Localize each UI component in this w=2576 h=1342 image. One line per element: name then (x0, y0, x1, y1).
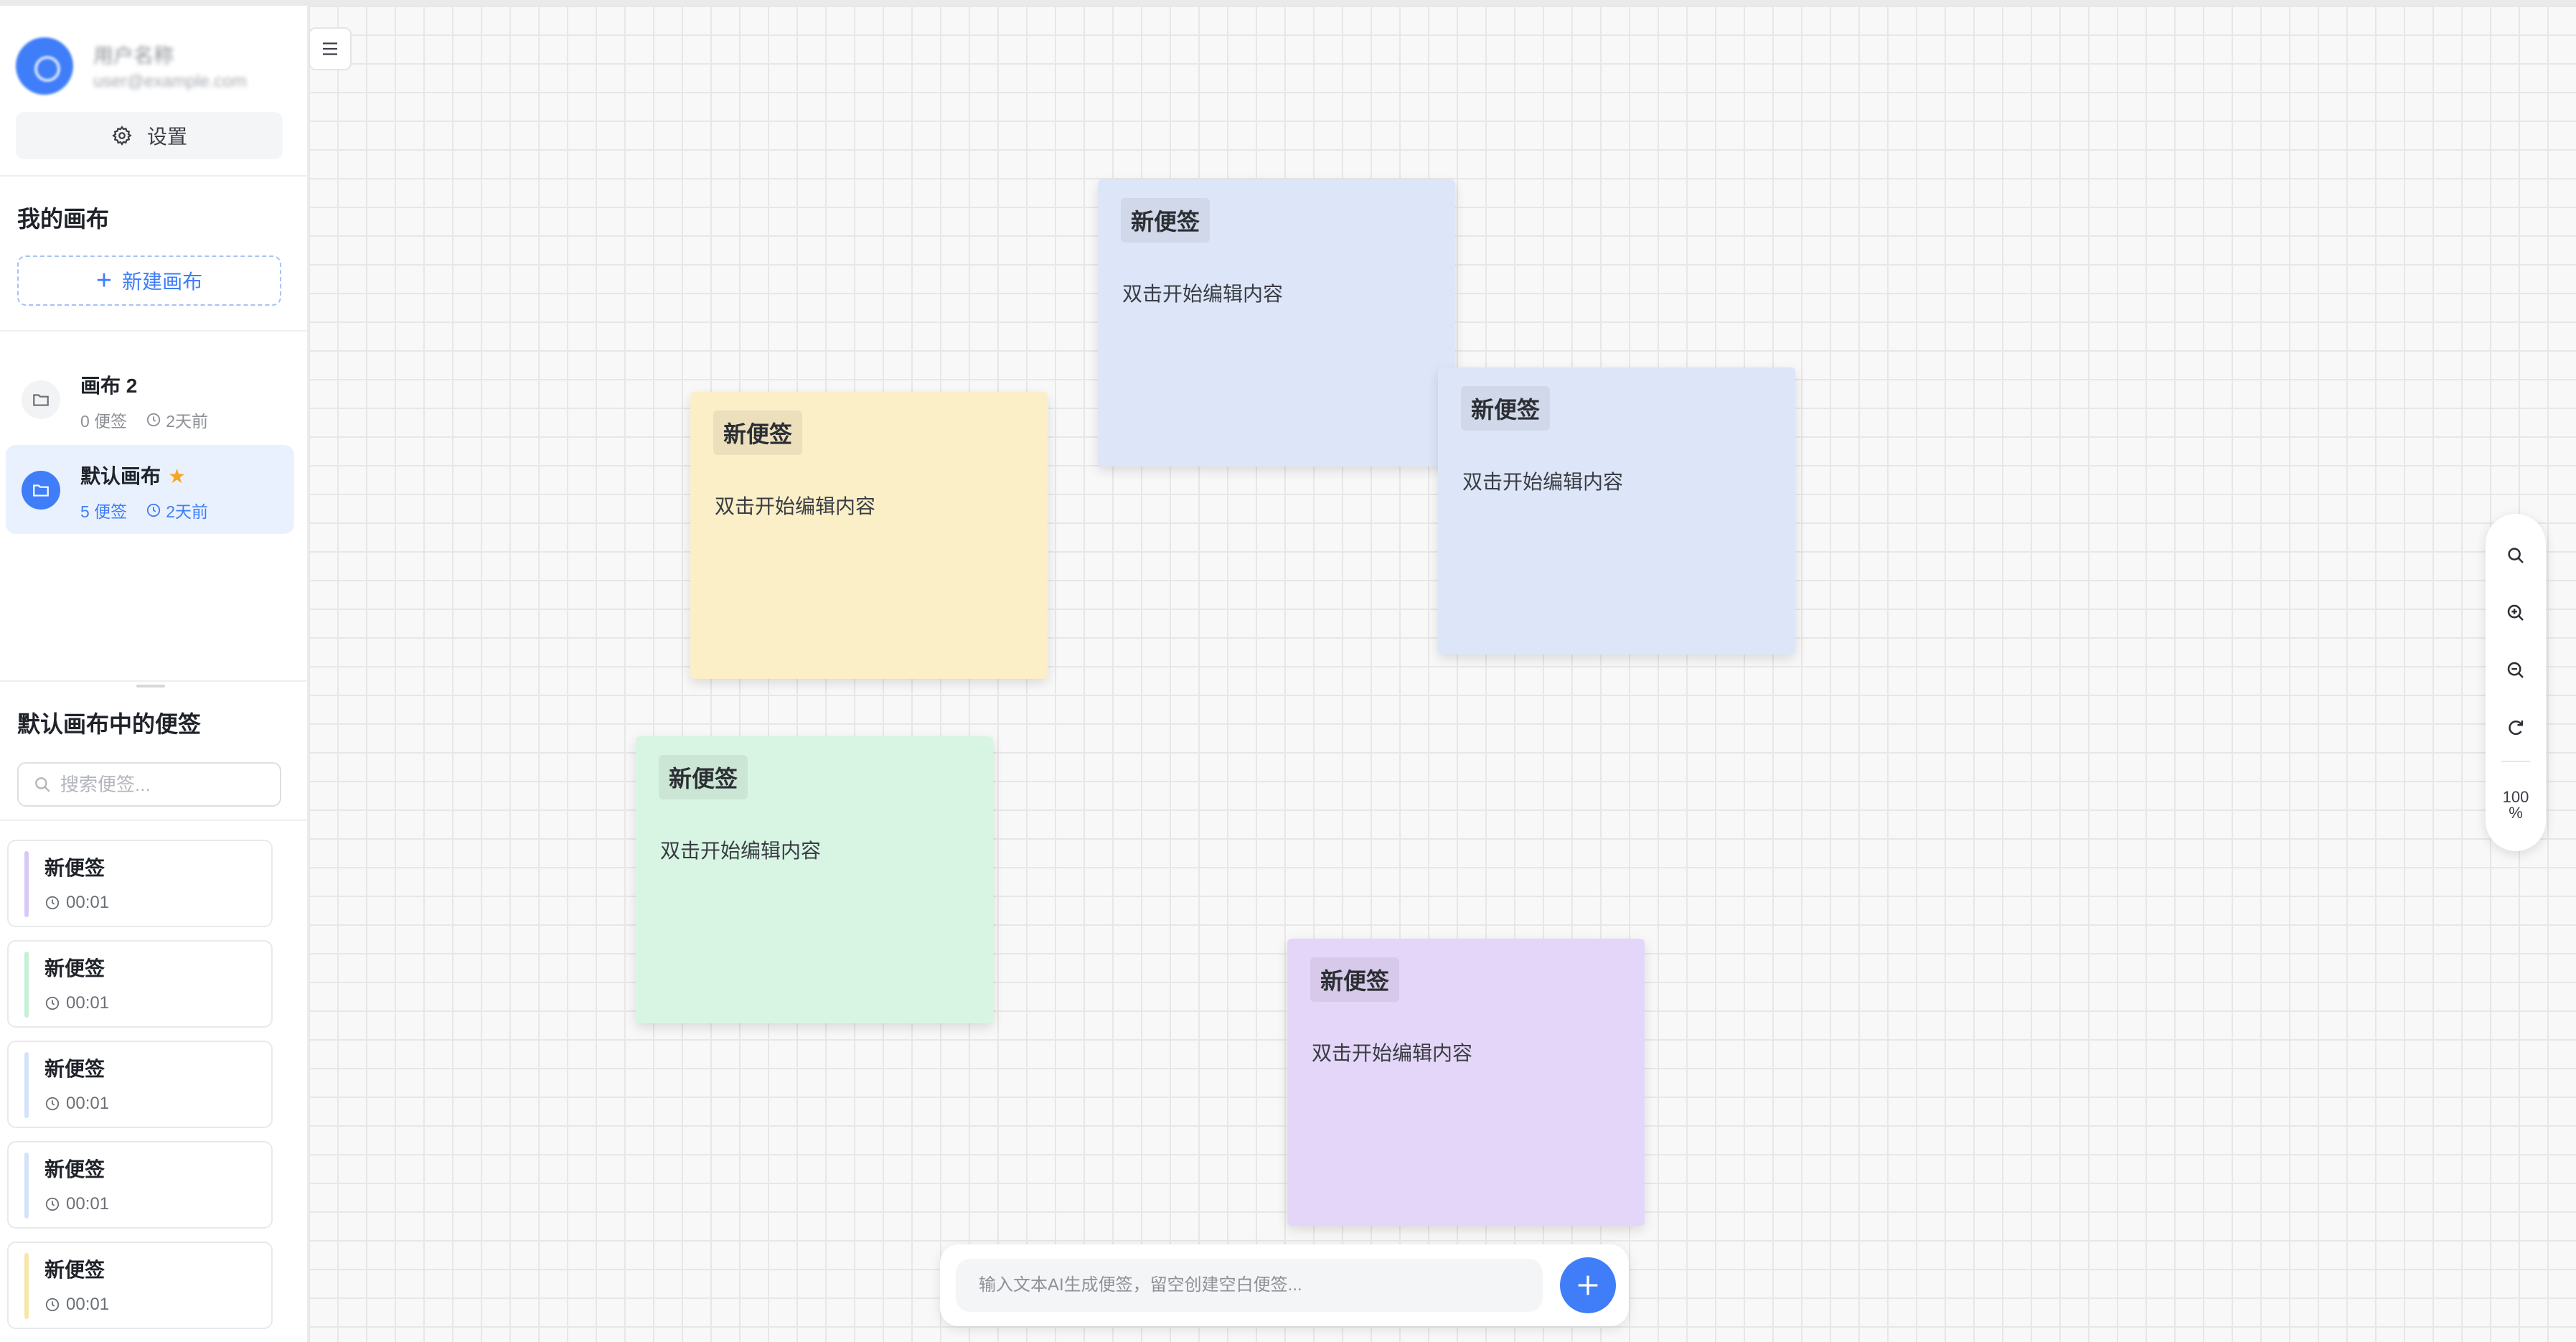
canvas-name: 画布 2 (80, 375, 138, 397)
zoom-out-button[interactable] (2501, 656, 2530, 685)
note-time: 00:01 (44, 1194, 109, 1214)
divider (0, 175, 307, 177)
sticky-title: 新便签 (713, 410, 803, 455)
search-field[interactable] (17, 762, 281, 807)
note-color-bar (24, 1153, 29, 1219)
canvas-meta: 5 便签 2天前 (80, 498, 208, 522)
zoom-divider (2501, 761, 2530, 762)
zoom-in-icon (2507, 604, 2524, 621)
canvas-item[interactable]: 画布 2 0 便签 2天前 (6, 355, 294, 444)
new-canvas-button[interactable]: + 新建画布 (17, 255, 281, 306)
sticky-note[interactable]: 新便签 双击开始编辑内容 (1287, 939, 1645, 1226)
zoom-in-button[interactable] (2501, 599, 2530, 627)
avatar (16, 37, 73, 95)
canvas-item-active[interactable]: 默认画布 ★ 5 便签 2天前 (6, 445, 294, 534)
sidebar: 用户名称 user@example.com 设置 我的画布 + 新建画布 画布 … (0, 6, 309, 1342)
menu-icon (323, 42, 337, 55)
reset-icon (2509, 721, 2523, 736)
divider (0, 680, 307, 682)
note-time: 00:01 (44, 1094, 109, 1114)
sticky-title: 新便签 (659, 755, 748, 799)
zoom-level: 100% (2502, 788, 2529, 822)
user-name: 用户名称 (93, 44, 174, 67)
sticky-body: 双击开始编辑内容 (1122, 283, 1284, 305)
search-button[interactable] (2501, 541, 2530, 570)
settings-label: 设置 (146, 126, 187, 148)
note-count: 5 便签 (80, 502, 128, 521)
add-note-button[interactable] (1560, 1257, 1616, 1313)
user-email: user@example.com (93, 72, 247, 91)
ai-note-bar (940, 1244, 1629, 1326)
plus-icon (1578, 1275, 1598, 1295)
toggle-sidebar-button[interactable] (309, 27, 352, 70)
my-canvases-title: 我的画布 (17, 206, 110, 232)
note-time: 00:01 (44, 893, 109, 913)
note-title: 新便签 (44, 857, 105, 879)
note-title: 新便签 (44, 1259, 105, 1281)
note-time: 00:01 (44, 993, 109, 1013)
note-title: 新便签 (44, 957, 105, 980)
sticky-note[interactable]: 新便签 双击开始编辑内容 (1438, 367, 1795, 654)
gear-icon (112, 126, 132, 146)
divider (0, 330, 307, 332)
note-title: 新便签 (44, 1058, 105, 1080)
sticky-note[interactable]: 新便签 双击开始编辑内容 (690, 392, 1048, 679)
divider (0, 820, 307, 821)
clock-icon (45, 1097, 60, 1111)
resize-handle[interactable] (136, 685, 165, 688)
clock-icon (45, 1197, 60, 1211)
settings-button[interactable]: 设置 (16, 112, 283, 159)
note-card[interactable]: 新便签 00:01 (7, 940, 273, 1028)
updated-time: 2天前 (146, 498, 208, 522)
clock-icon (147, 413, 161, 427)
updated-time: 2天前 (146, 408, 208, 432)
reset-zoom-button[interactable] (2501, 713, 2530, 742)
sticky-note[interactable]: 新便签 双击开始编辑内容 (636, 736, 993, 1023)
zoom-controls: 100% (2486, 514, 2546, 851)
note-card[interactable]: 新便签 00:01 (7, 1041, 273, 1128)
note-time: 00:01 (44, 1295, 109, 1315)
sticky-body: 双击开始编辑内容 (1312, 1042, 1473, 1064)
sticky-body: 双击开始编辑内容 (715, 495, 876, 517)
sticky-body: 双击开始编辑内容 (1462, 471, 1624, 493)
note-color-bar (24, 952, 29, 1018)
notes-title: 默认画布中的便签 (17, 711, 202, 737)
star-icon: ★ (168, 465, 187, 487)
search-icon (35, 777, 50, 792)
sticky-title: 新便签 (1310, 957, 1400, 1002)
new-canvas-label: 新建画布 (122, 271, 203, 293)
note-color-bar (24, 1253, 29, 1319)
canvas-meta: 0 便签 2天前 (80, 408, 208, 432)
user-profile[interactable]: 用户名称 user@example.com (16, 32, 296, 96)
sticky-body: 双击开始编辑内容 (660, 840, 822, 862)
note-card[interactable]: 新便签 00:01 (7, 1242, 273, 1329)
folder-icon (22, 380, 60, 419)
ai-input-field[interactable] (956, 1259, 1543, 1312)
folder-icon (22, 471, 60, 510)
clock-icon (45, 1298, 60, 1312)
note-count: 0 便签 (80, 412, 128, 431)
top-border (0, 0, 2576, 6)
search-icon (2508, 548, 2524, 563)
zoom-out-icon (2507, 662, 2524, 678)
note-card[interactable]: 新便签 00:01 (7, 1141, 273, 1229)
note-color-bar (24, 851, 29, 917)
plus-icon: + (95, 266, 113, 296)
canvas-name: 默认画布 ★ (80, 465, 187, 487)
clock-icon (45, 896, 60, 910)
clock-icon (147, 503, 161, 517)
ai-prompt-input[interactable] (977, 1275, 1526, 1296)
sticky-note[interactable]: 新便签 双击开始编辑内容 (1098, 179, 1455, 466)
note-card[interactable]: 新便签 00:01 (7, 840, 273, 927)
note-title: 新便签 (44, 1158, 105, 1181)
whiteboard-canvas[interactable]: 新便签 双击开始编辑内容 新便签 双击开始编辑内容 新便签 双击开始编辑内容 新… (309, 6, 2576, 1342)
clock-icon (45, 996, 60, 1010)
sticky-title: 新便签 (1461, 386, 1551, 431)
note-color-bar (24, 1052, 29, 1118)
search-input[interactable] (59, 772, 277, 797)
sticky-title: 新便签 (1121, 198, 1211, 243)
